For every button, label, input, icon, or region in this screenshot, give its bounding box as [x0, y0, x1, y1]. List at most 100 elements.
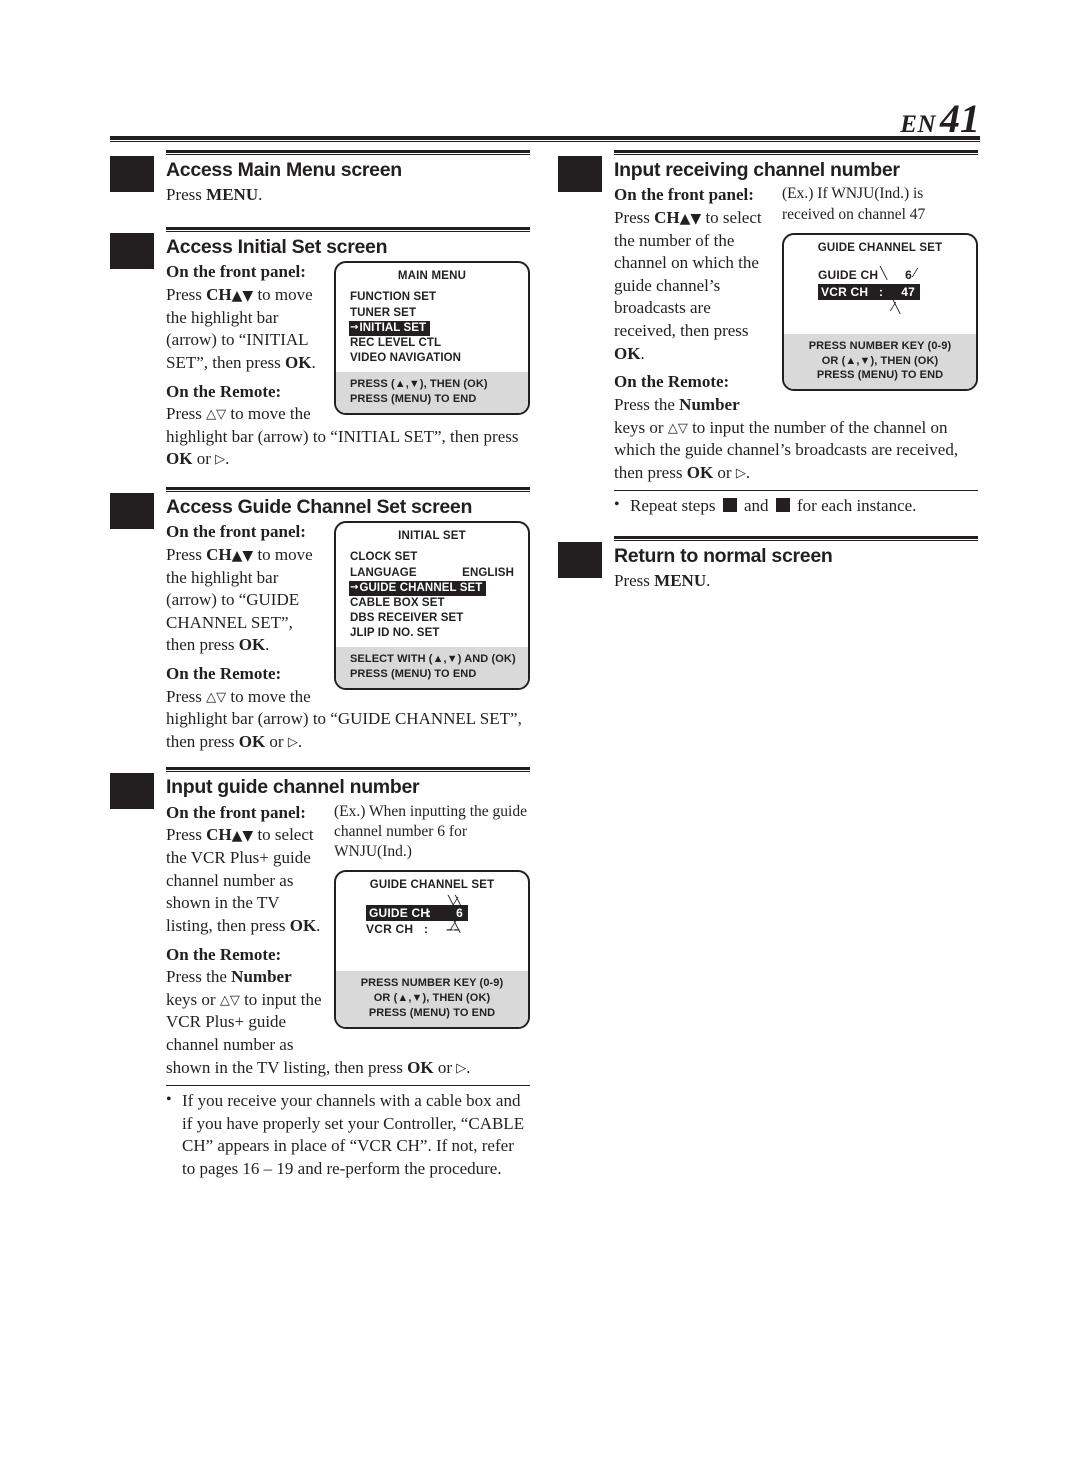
osd-item-selected-wrap: →GUIDE CHANNEL SET — [349, 580, 528, 596]
osd-title: MAIN MENU — [397, 270, 467, 283]
blink-spark-icon: ⁄╲ — [892, 299, 900, 314]
ok-key-label: OK — [166, 449, 193, 469]
osd-footer-line: PRESS NUMBER KEY (0-9) — [808, 339, 952, 352]
right-arrow-icon: → — [350, 321, 359, 333]
step-body: INITIAL SET CLOCK SET LANGUAGE ENGLISH →G… — [166, 521, 530, 753]
osd-item-value: ENGLISH — [462, 566, 514, 579]
step-body: (Ex.) When inputting the guide channel n… — [166, 802, 530, 1079]
step-access-main-menu: Access Main Menu screen Press MENU. — [110, 150, 530, 207]
osd-initial-set: INITIAL SET CLOCK SET LANGUAGE ENGLISH →G… — [334, 521, 530, 691]
osd-item-label: JLIP ID NO. SET — [350, 627, 440, 640]
instruction-text: or — [433, 1057, 457, 1077]
osd-title: INITIAL SET — [398, 530, 466, 543]
step-title: Access Guide Channel Set screen — [166, 495, 473, 518]
step-body: Press MENU. — [166, 184, 530, 207]
step-ref-box — [775, 498, 790, 513]
ok-key-label: OK — [686, 462, 714, 482]
osd-item: DBS RECEIVER SET — [350, 611, 528, 626]
osd-guide-channel-set-guide: GUIDE CHANNEL SET ╲⁄╲ GUIDE CH: 6 VCR CH:… — [334, 870, 530, 1029]
step-title: Input guide channel number — [166, 776, 420, 799]
step-body: MAIN MENU FUNCTION SET TUNER SET →INITIA… — [166, 261, 530, 470]
osd-footer: PRESS NUMBER KEY (0-9) OR (▲,▼), THEN (O… — [784, 333, 976, 390]
osd-footer-line: SELECT WITH (▲,▼) AND (OK) — [350, 653, 516, 666]
repeat-text: and — [739, 496, 773, 516]
example-note: (Ex.) If WNJU(Ind.) is received on chann… — [782, 185, 926, 223]
step-number-box — [110, 156, 154, 192]
osd-item: CABLE BOX SET — [350, 596, 528, 611]
blink-spark-icon: ⁄ — [914, 265, 916, 280]
period: . — [258, 185, 263, 205]
instruction-text: Press — [166, 404, 207, 424]
osd-row-colon: : — [424, 922, 429, 937]
osd-title: GUIDE CHANNEL SET — [817, 241, 943, 254]
step-input-guide-channel-number: Input guide channel number (Ex.) When in… — [110, 767, 530, 1079]
step-return-to-normal-screen: Return to normal screen Press MENU. — [558, 535, 978, 593]
instruction-text: Press — [166, 686, 207, 706]
menu-key-label: MENU — [206, 185, 259, 205]
osd-item-selected-wrap: →INITIAL SET — [349, 320, 528, 336]
osd-item: JLIP ID NO. SET — [350, 626, 528, 641]
press-text: Press — [614, 571, 655, 591]
instruction-text: Press — [166, 285, 207, 305]
osd-row-label: GUIDE CH — [818, 267, 879, 282]
repeat-note-wrap: Repeat steps and for each instance. — [558, 490, 978, 518]
step-title: Access Main Menu screen — [166, 159, 402, 181]
up-down-solid-arrow-icon: ▲▼ — [231, 547, 254, 564]
osd-item-label: LANGUAGE — [350, 566, 417, 579]
period: . — [316, 915, 321, 935]
instruction-text: or — [713, 462, 736, 482]
osd-footer-line: PRESS (MENU) TO END — [816, 369, 944, 382]
instruction-text: Press the — [166, 967, 232, 987]
right-hollow-arrow-icon: ▷ — [735, 465, 746, 481]
note-divider — [166, 1085, 530, 1087]
osd-channel-rows: ╲⁄╲ GUIDE CH: 6 VCR CH: –– ⁄╲ — [336, 895, 528, 971]
blink-spark-icon: ╲ — [880, 265, 887, 280]
osd-row-vcr-ch: VCR CH: –– ⁄╲ — [366, 919, 528, 938]
instruction-text: to select the number of the channel on w… — [614, 208, 762, 341]
step-divider — [166, 150, 530, 155]
header-divider — [110, 136, 980, 142]
osd-row-colon: : — [427, 906, 432, 921]
up-down-hollow-arrow-icon: △▽ — [667, 420, 688, 436]
osd-footer: PRESS NUMBER KEY (0-9) OR (▲,▼), THEN (O… — [336, 971, 528, 1027]
osd-item: FUNCTION SET — [350, 290, 528, 305]
ok-key-label: OK — [407, 1057, 434, 1077]
osd-item-label: INITIAL SET — [359, 321, 427, 334]
instruction-text: Press the — [614, 394, 680, 414]
menu-key-label: MENU — [654, 571, 707, 591]
ok-key-label: OK — [614, 343, 641, 363]
osd-footer-line: PRESS (MENU) TO END — [350, 668, 477, 681]
osd-main-menu: MAIN MENU FUNCTION SET TUNER SET →INITIA… — [334, 261, 530, 415]
osd-row-guide-ch: GUIDE CH 6 ╲ ⁄ — [818, 265, 976, 284]
up-down-solid-arrow-icon: ▲▼ — [231, 288, 254, 305]
period: . — [706, 571, 711, 591]
instruction-text: keys or — [614, 417, 668, 437]
ch-key-label: CH — [206, 825, 232, 845]
manual-page: EN 41 Access Main Menu screen Press MENU.… — [0, 0, 1080, 1478]
osd-row-value: 6 — [456, 906, 463, 921]
language-code: EN — [900, 111, 936, 138]
step-access-guide-channel-set: Access Guide Channel Set screen INITIAL … — [110, 486, 530, 754]
example-figure-vcr: (Ex.) If WNJU(Ind.) is received on chann… — [782, 184, 978, 392]
ok-key-label: OK — [284, 352, 312, 372]
note-divider — [614, 490, 978, 492]
repeat-text: for each instance. — [792, 496, 917, 516]
osd-guide-channel-set-vcr: GUIDE CHANNEL SET GUIDE CH 6 ╲ ⁄ VCR CH: 4… — [782, 232, 978, 392]
number-key-label: Number — [679, 394, 740, 414]
ch-key-label: CH — [654, 208, 680, 228]
instruction-text: or — [265, 731, 288, 751]
step-access-initial-set: Access Initial Set screen MAIN MENU FUNC… — [110, 227, 530, 471]
instruction-text: keys or — [166, 989, 220, 1009]
osd-row-label: GUIDE CH — [369, 906, 430, 921]
period: . — [466, 1057, 471, 1077]
osd-item-label: VIDEO NAVIGATION — [350, 352, 462, 365]
osd-footer-line: PRESS (MENU) TO END — [368, 1006, 496, 1019]
step-body: (Ex.) If WNJU(Ind.) is received on chann… — [614, 184, 978, 484]
ok-key-label: OK — [238, 635, 266, 655]
cable-box-note-wrap: If you receive your channels with a cabl… — [110, 1085, 530, 1180]
osd-row-colon: : — [879, 284, 884, 299]
osd-item-label: CABLE BOX SET — [350, 596, 445, 609]
period: . — [745, 462, 751, 482]
osd-item: REC LEVEL CTL — [350, 336, 528, 351]
page-header: EN 41 — [110, 95, 980, 142]
